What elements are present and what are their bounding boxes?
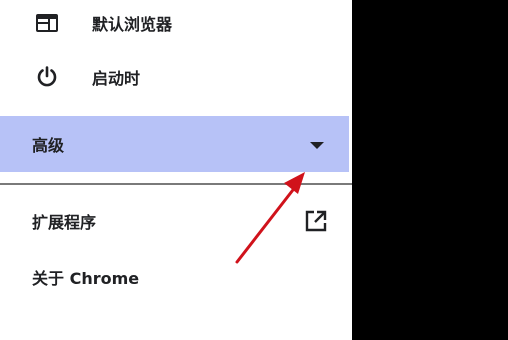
menu-item-extensions-label: 扩展程序 [32,213,97,232]
menu-item-about-chrome-label: 关于 Chrome [32,269,140,288]
menu-item-extensions[interactable]: 扩展程序 [0,198,352,244]
settings-page: 默认浏览器 启动时 高级 扩展程序 关于 Chrome [0,0,508,340]
menu-item-advanced[interactable]: 高级 [0,116,349,172]
right-dark-panel [352,0,508,340]
menu-item-on-startup[interactable]: 启动时 [0,54,352,100]
menu-item-default-browser-label: 默认浏览器 [92,15,173,34]
menu-item-advanced-label: 高级 [32,136,65,155]
caret-down-icon [310,142,324,149]
menu-divider [0,183,352,185]
settings-sidebar-menu: 默认浏览器 启动时 高级 扩展程序 关于 Chrome [0,0,352,340]
open-in-new-icon [304,209,328,233]
power-icon [34,64,60,90]
browser-window-icon [34,10,60,36]
menu-item-about-chrome[interactable]: 关于 Chrome [0,254,352,300]
menu-item-default-browser[interactable]: 默认浏览器 [0,0,352,46]
menu-item-on-startup-label: 启动时 [92,69,141,88]
